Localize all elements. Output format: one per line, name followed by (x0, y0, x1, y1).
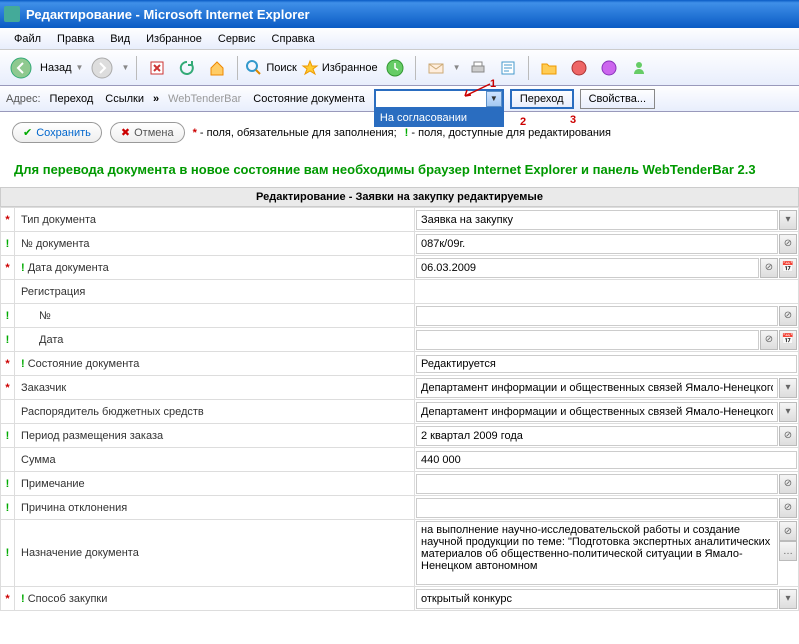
webtenderbar-label: WebTenderBar (165, 93, 244, 105)
customer-input[interactable] (416, 378, 778, 398)
tool-icon-1[interactable] (566, 55, 592, 81)
address-label: Адрес: (6, 93, 41, 105)
go-button[interactable]: Переход (510, 89, 574, 109)
page-content: ✔Сохранить ✖Отмена * - поля, обязательны… (0, 112, 799, 611)
row-customer: * Заказчик ▾ (1, 376, 799, 400)
favorites-button[interactable]: Избранное (301, 59, 378, 77)
properties-button[interactable]: Свойства... (580, 89, 655, 109)
row-period: ! Период размещения заказа ⊘ (1, 424, 799, 448)
calendar-btn[interactable]: 📅 (779, 330, 797, 350)
clear-btn[interactable]: ⊘ (779, 426, 797, 446)
dropdown-btn[interactable]: ▾ (779, 210, 797, 230)
folder-icon[interactable] (536, 55, 562, 81)
period-input[interactable] (416, 426, 778, 446)
clear-btn[interactable]: ⊘ (779, 521, 797, 541)
row-doc-date: * ! Дата документа ⊘📅 (1, 256, 799, 280)
row-note: ! Примечание ⊘ (1, 472, 799, 496)
expand-btn[interactable]: … (779, 541, 797, 561)
legend-editable: ! - поля, доступные для редактирования (405, 127, 611, 139)
row-budget: Распорядитель бюджетных средств ▾ (1, 400, 799, 424)
sum-input[interactable] (416, 451, 797, 469)
doc-type-input[interactable] (416, 210, 778, 230)
back-button[interactable] (6, 53, 36, 83)
menu-file[interactable]: Файл (6, 31, 49, 47)
row-sum: Сумма (1, 448, 799, 472)
row-state: * ! Состояние документа (1, 352, 799, 376)
dropdown-btn[interactable]: ▾ (779, 589, 797, 609)
stop-button[interactable] (144, 55, 170, 81)
menubar: Файл Правка Вид Избранное Сервис Справка (0, 28, 799, 50)
save-button[interactable]: ✔Сохранить (12, 122, 102, 143)
clear-btn[interactable]: ⊘ (779, 234, 797, 254)
edit-button[interactable] (495, 55, 521, 81)
back-label[interactable]: Назад (40, 62, 72, 74)
arrow-icon (460, 81, 510, 101)
state-input[interactable] (416, 355, 797, 373)
dropdown-btn[interactable]: ▾ (779, 378, 797, 398)
dropdown-option[interactable]: На согласовании (374, 109, 504, 127)
menu-help[interactable]: Справка (264, 31, 323, 47)
menu-tools[interactable]: Сервис (210, 31, 264, 47)
history-button[interactable] (382, 55, 408, 81)
doc-date-input[interactable] (416, 258, 759, 278)
row-doc-no: ! № документа ⊘ (1, 232, 799, 256)
window-title: Редактирование - Microsoft Internet Expl… (26, 7, 310, 22)
addressbar: Адрес: Переход Ссылки » WebTenderBar Сос… (0, 86, 799, 112)
row-reg-date: ! Дата ⊘📅 (1, 328, 799, 352)
row-reg: Регистрация (1, 280, 799, 304)
refresh-button[interactable] (174, 55, 200, 81)
row-reg-no: ! № ⊘ (1, 304, 799, 328)
cancel-button[interactable]: ✖Отмена (110, 122, 185, 143)
window-titlebar: Редактирование - Microsoft Internet Expl… (0, 0, 799, 28)
annotation-2: 2 (520, 116, 526, 128)
budget-input[interactable] (416, 402, 778, 422)
go-link[interactable]: Переход (47, 93, 97, 105)
legend-required: * - поля, обязательные для заполнения; (193, 127, 397, 139)
doc-no-input[interactable] (416, 234, 778, 254)
dropdown-btn[interactable]: ▾ (779, 402, 797, 422)
messenger-icon[interactable] (626, 55, 652, 81)
clear-btn[interactable]: ⊘ (779, 474, 797, 494)
clear-btn[interactable]: ⊘ (760, 258, 778, 278)
menu-favorites[interactable]: Избранное (138, 31, 210, 47)
search-button[interactable]: Поиск (245, 59, 296, 77)
tool-icon-2[interactable] (596, 55, 622, 81)
annotation-3: 3 (570, 114, 576, 126)
section-header: Редактирование - Заявки на закупку редак… (0, 187, 799, 207)
row-reject: ! Причина отклонения ⊘ (1, 496, 799, 520)
notice-text: Для перевода документа в новое состояние… (0, 153, 799, 187)
reg-date-input[interactable] (416, 330, 759, 350)
toolbar: Назад ▼ ▼ Поиск Избранное ▼ (0, 50, 799, 86)
note-input[interactable] (416, 474, 778, 494)
row-purpose: ! Назначение документа ⊘… (1, 520, 799, 587)
menu-edit[interactable]: Правка (49, 31, 102, 47)
home-button[interactable] (204, 55, 230, 81)
purpose-textarea[interactable] (416, 521, 778, 585)
reg-no-input[interactable] (416, 306, 778, 326)
clear-btn[interactable]: ⊘ (779, 306, 797, 326)
print-button[interactable] (465, 55, 491, 81)
forward-button[interactable] (87, 53, 117, 83)
calendar-btn[interactable]: 📅 (779, 258, 797, 278)
row-method: * ! Способ закупки ▾ (1, 587, 799, 611)
method-input[interactable] (416, 589, 778, 609)
links-label[interactable]: Ссылки (102, 93, 147, 105)
menu-view[interactable]: Вид (102, 31, 138, 47)
ie-icon (4, 6, 20, 22)
reject-input[interactable] (416, 498, 778, 518)
mail-button[interactable] (423, 55, 449, 81)
form-table: * Тип документа ▾ ! № документа ⊘ * ! Да… (0, 207, 799, 611)
clear-btn[interactable]: ⊘ (779, 498, 797, 518)
clear-btn[interactable]: ⊘ (760, 330, 778, 350)
doc-state-label: Состояние документа (250, 93, 368, 105)
row-doc-type: * Тип документа ▾ (1, 208, 799, 232)
